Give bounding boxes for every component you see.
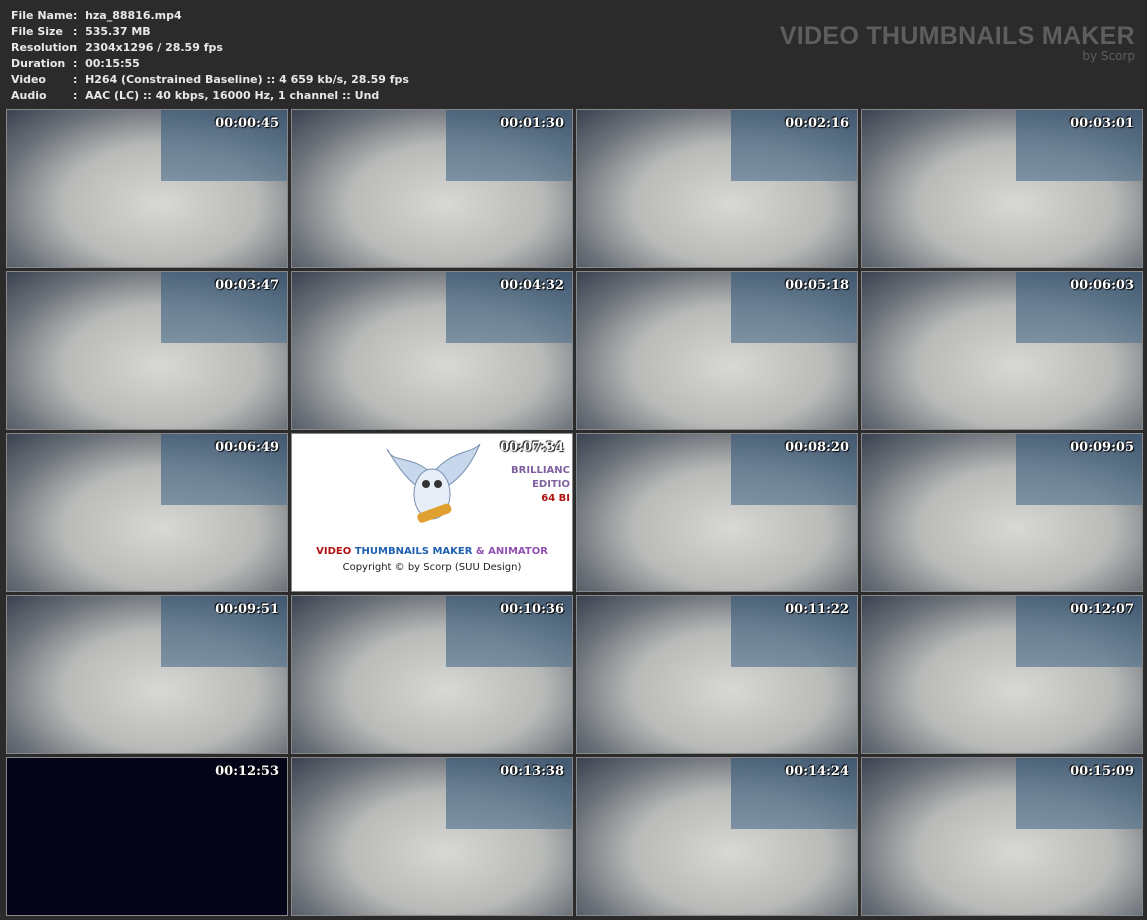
info-row: Video: H264 (Constrained Baseline) :: 4 … xyxy=(11,73,409,86)
timestamp: 00:09:51 xyxy=(215,602,279,617)
video-thumbnail: 00:09:05 xyxy=(861,433,1143,592)
video-thumbnail: 00:09:51 xyxy=(6,595,288,754)
timestamp: 00:03:01 xyxy=(1070,116,1134,131)
brand-title: VIDEO THUMBNAILS MAKER xyxy=(779,22,1135,50)
timestamp: 00:11:22 xyxy=(785,602,849,617)
timestamp: 00:09:05 xyxy=(1070,440,1134,455)
timestamp: 00:00:45 xyxy=(215,116,279,131)
info-value: 00:15:55 xyxy=(85,57,140,70)
timestamp: 00:07:34 xyxy=(500,440,564,455)
info-value: AAC (LC) :: 40 kbps, 16000 Hz, 1 channel… xyxy=(85,89,380,102)
video-thumbnail: 00:02:16 xyxy=(576,109,858,268)
info-label: File Size xyxy=(11,25,63,38)
video-thumbnail: 00:08:20 xyxy=(576,433,858,592)
info-value: 535.37 MB xyxy=(85,25,151,38)
video-thumbnail: 00:10:36 xyxy=(291,595,573,754)
timestamp: 00:05:18 xyxy=(785,278,849,293)
info-row: Resolution: 2304x1296 / 28.59 fps xyxy=(11,41,223,54)
timestamp: 00:13:38 xyxy=(500,764,564,779)
video-thumbnail: 00:12:07 xyxy=(861,595,1143,754)
info-label: Duration xyxy=(11,57,66,70)
timestamp: 00:14:24 xyxy=(785,764,849,779)
video-thumbnail: 00:01:30 xyxy=(291,109,573,268)
timestamp: 00:15:09 xyxy=(1070,764,1134,779)
owl-logo-icon xyxy=(386,444,481,523)
brand-subtitle: by Scorp xyxy=(1082,49,1135,63)
video-thumbnail: 00:15:09 xyxy=(861,757,1143,916)
info-row: File Size: 535.37 MB xyxy=(11,25,151,38)
video-thumbnail: 00:00:45 xyxy=(6,109,288,268)
video-thumbnail: 00:13:38 xyxy=(291,757,573,916)
video-thumbnail: 00:06:49 xyxy=(6,433,288,592)
info-value: H264 (Constrained Baseline) :: 4 659 kb/… xyxy=(85,73,409,86)
info-label: File Name xyxy=(11,9,73,22)
timestamp: 00:10:36 xyxy=(500,602,564,617)
info-label: Audio xyxy=(11,89,47,102)
info-row: File Name: hza_88816.mp4 xyxy=(11,9,182,22)
info-label: Resolution xyxy=(11,41,78,54)
video-thumbnail: 00:14:24 xyxy=(576,757,858,916)
timestamp: 00:04:32 xyxy=(500,278,564,293)
brand-watermark: VIDEO THUMBNAILS MAKER by Scorp xyxy=(780,22,1135,63)
video-thumbnail: BRILLIANC EDITIO 64 BI VIDEO THUMBNAILS MA… xyxy=(291,433,573,592)
logo-title: VIDEO THUMBNAILS MAKER & ANIMATOR xyxy=(316,546,548,557)
info-label: Video xyxy=(11,73,46,86)
timestamp: 00:06:03 xyxy=(1070,278,1134,293)
video-thumbnail: 00:06:03 xyxy=(861,271,1143,430)
timestamp: 00:12:53 xyxy=(215,764,279,779)
info-row: Duration: 00:15:55 xyxy=(11,57,140,70)
timestamp: 00:02:16 xyxy=(785,116,849,131)
timestamp: 00:03:47 xyxy=(215,278,279,293)
video-thumbnail: 00:11:22 xyxy=(576,595,858,754)
video-thumbnail: 00:05:18 xyxy=(576,271,858,430)
info-row: Audio: AAC (LC) :: 40 kbps, 16000 Hz, 1 … xyxy=(11,89,380,102)
timestamp: 00:06:49 xyxy=(215,440,279,455)
video-thumbnail: 00:03:01 xyxy=(861,109,1143,268)
info-value: 2304x1296 / 28.59 fps xyxy=(85,41,223,54)
video-thumbnail: 00:12:53 xyxy=(6,757,288,916)
timestamp: 00:01:30 xyxy=(500,116,564,131)
logo-copyright: Copyright © by Scorp (SUU Design) xyxy=(342,562,522,573)
timestamp: 00:08:20 xyxy=(785,440,849,455)
timestamp: 00:12:07 xyxy=(1070,602,1134,617)
file-info: File Name: hza_88816.mp4 File Size: 535.3… xyxy=(11,8,409,104)
video-thumbnail: 00:04:32 xyxy=(291,271,573,430)
info-value: hza_88816.mp4 xyxy=(85,9,182,22)
thumbnail-grid: 00:00:45 00:01:30 00:02:16 00:03:01 00:03:47… xyxy=(6,109,1143,916)
video-thumbnail: 00:03:47 xyxy=(6,271,288,430)
